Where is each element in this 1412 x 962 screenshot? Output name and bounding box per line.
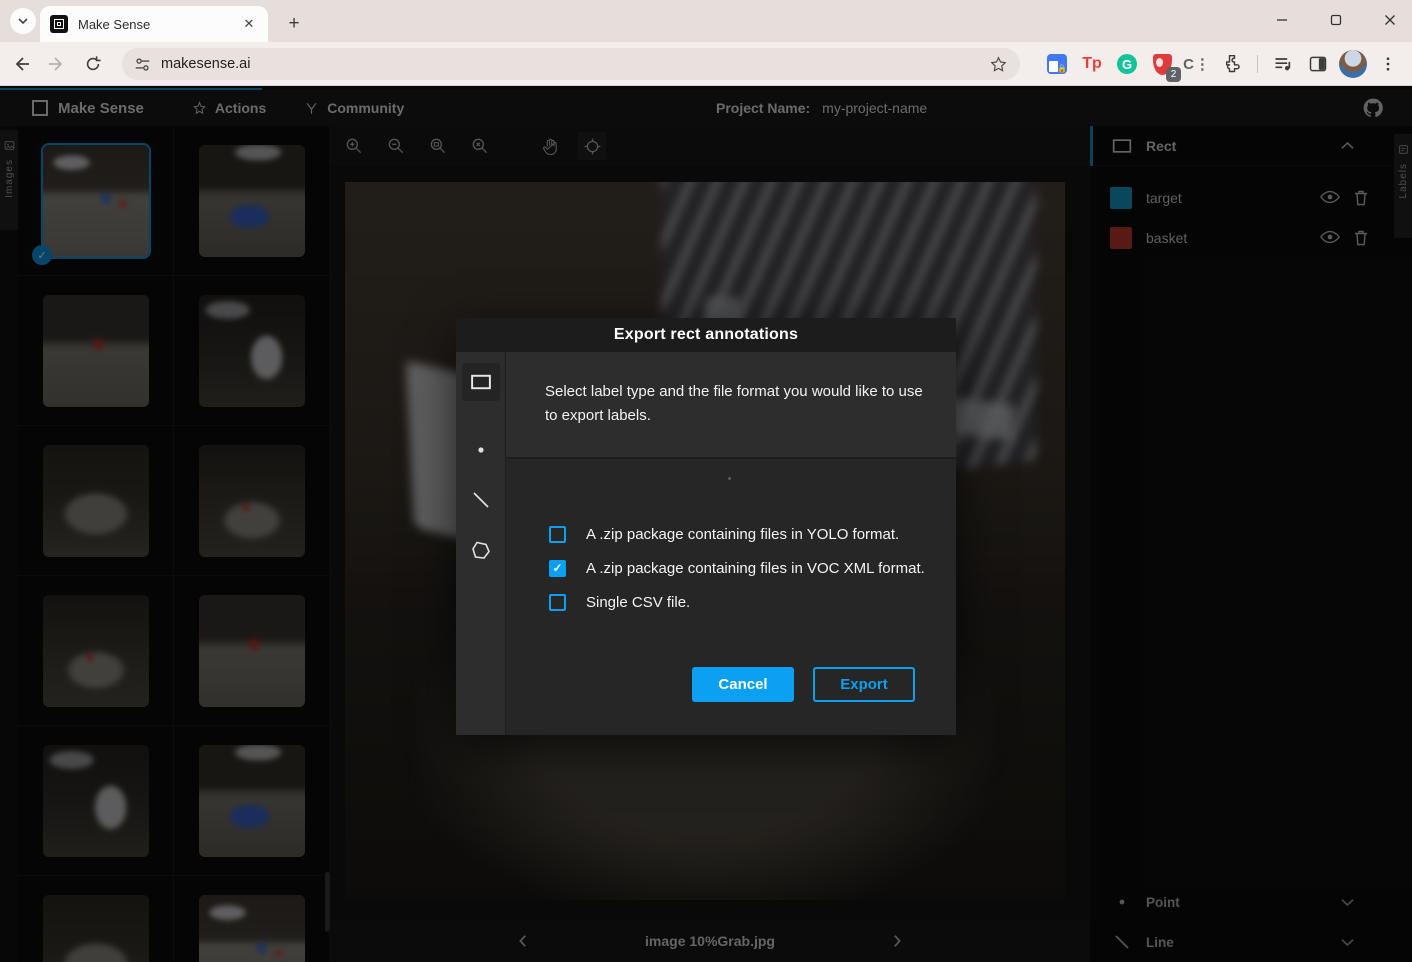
close-icon[interactable]	[1376, 6, 1404, 34]
option-csv[interactable]: Single CSV file.	[549, 592, 690, 612]
rect-type-button[interactable]	[462, 363, 500, 401]
loader-dot	[728, 477, 731, 480]
dialog-description-section: Select label type and the file format yo…	[506, 352, 956, 459]
point-icon	[477, 446, 485, 454]
makesense-favicon-icon	[50, 15, 68, 33]
polygon-icon	[470, 539, 492, 561]
dialog-description: Select label type and the file format yo…	[545, 380, 925, 428]
cancel-button[interactable]: Cancel	[692, 667, 794, 702]
tab-search-button[interactable]	[10, 8, 36, 34]
option-label: A .zip package containing files in VOC X…	[586, 560, 925, 577]
tab-strip: Make Sense ✕ +	[0, 0, 1412, 42]
colorzilla-extension-icon[interactable]: C⋮	[1183, 50, 1211, 78]
side-panel-icon[interactable]	[1304, 50, 1332, 78]
browser-tab[interactable]: Make Sense ✕	[40, 6, 268, 42]
minimize-icon[interactable]	[1268, 6, 1296, 34]
line-icon	[471, 490, 491, 510]
tp-extension-icon[interactable]: Tp	[1078, 50, 1106, 78]
back-icon[interactable]	[6, 49, 36, 79]
tab-title: Make Sense	[78, 17, 240, 32]
password-manager-extension-icon[interactable]	[1043, 50, 1071, 78]
maximize-icon[interactable]	[1322, 6, 1350, 34]
option-label: A .zip package containing files in YOLO …	[586, 526, 899, 543]
label-type-rail	[456, 352, 506, 735]
site-info-icon[interactable]	[134, 56, 151, 73]
browser-toolbar: makesense.ai Tp G 2 C⋮	[0, 42, 1412, 86]
grammarly-extension-icon[interactable]: G	[1113, 50, 1141, 78]
option-label: Single CSV file.	[586, 594, 690, 611]
extensions-row: Tp G 2 C⋮	[1043, 48, 1402, 80]
toolbar-separator	[1257, 55, 1258, 73]
line-type-button[interactable]	[462, 481, 500, 519]
checkbox-icon	[549, 594, 566, 611]
screen: Make Sense ✕ + makesense.ai Tp G	[0, 0, 1412, 962]
option-yolo[interactable]: A .zip package containing files in YOLO …	[549, 524, 899, 544]
bookmark-star-icon[interactable]	[989, 55, 1008, 74]
polygon-type-button[interactable]	[462, 531, 500, 569]
checkbox-icon	[549, 526, 566, 543]
dialog-footer: Cancel Export	[506, 651, 956, 735]
extensions-puzzle-icon[interactable]	[1218, 50, 1246, 78]
browser-menu-icon[interactable]	[1374, 50, 1402, 78]
chevron-down-icon	[17, 15, 29, 27]
media-playlist-icon[interactable]	[1269, 50, 1297, 78]
address-bar[interactable]: makesense.ai	[122, 48, 1020, 80]
forward-icon[interactable]	[42, 49, 72, 79]
option-voc-xml[interactable]: A .zip package containing files in VOC X…	[549, 558, 925, 578]
adblock-extension-icon[interactable]: 2	[1148, 50, 1176, 78]
checkbox-icon	[549, 560, 566, 577]
adblock-badge: 2	[1166, 67, 1181, 82]
makesense-app: Make Sense Actions Community Project Nam…	[0, 86, 1412, 962]
new-tab-button[interactable]: +	[280, 10, 308, 38]
profile-avatar[interactable]	[1339, 50, 1367, 78]
reload-icon[interactable]	[78, 49, 108, 79]
browser-chrome: Make Sense ✕ + makesense.ai Tp G	[0, 0, 1412, 86]
rect-icon	[470, 374, 492, 390]
window-controls	[1268, 6, 1404, 34]
url-text: makesense.ai	[161, 56, 989, 72]
dialog-title: Export rect annotations	[614, 326, 798, 344]
export-dialog: Export rect annotations Select label typ…	[456, 318, 956, 735]
export-button[interactable]: Export	[813, 667, 915, 702]
dialog-header: Export rect annotations	[456, 318, 956, 352]
tab-close-icon[interactable]: ✕	[240, 15, 258, 33]
point-type-button[interactable]	[462, 431, 500, 469]
